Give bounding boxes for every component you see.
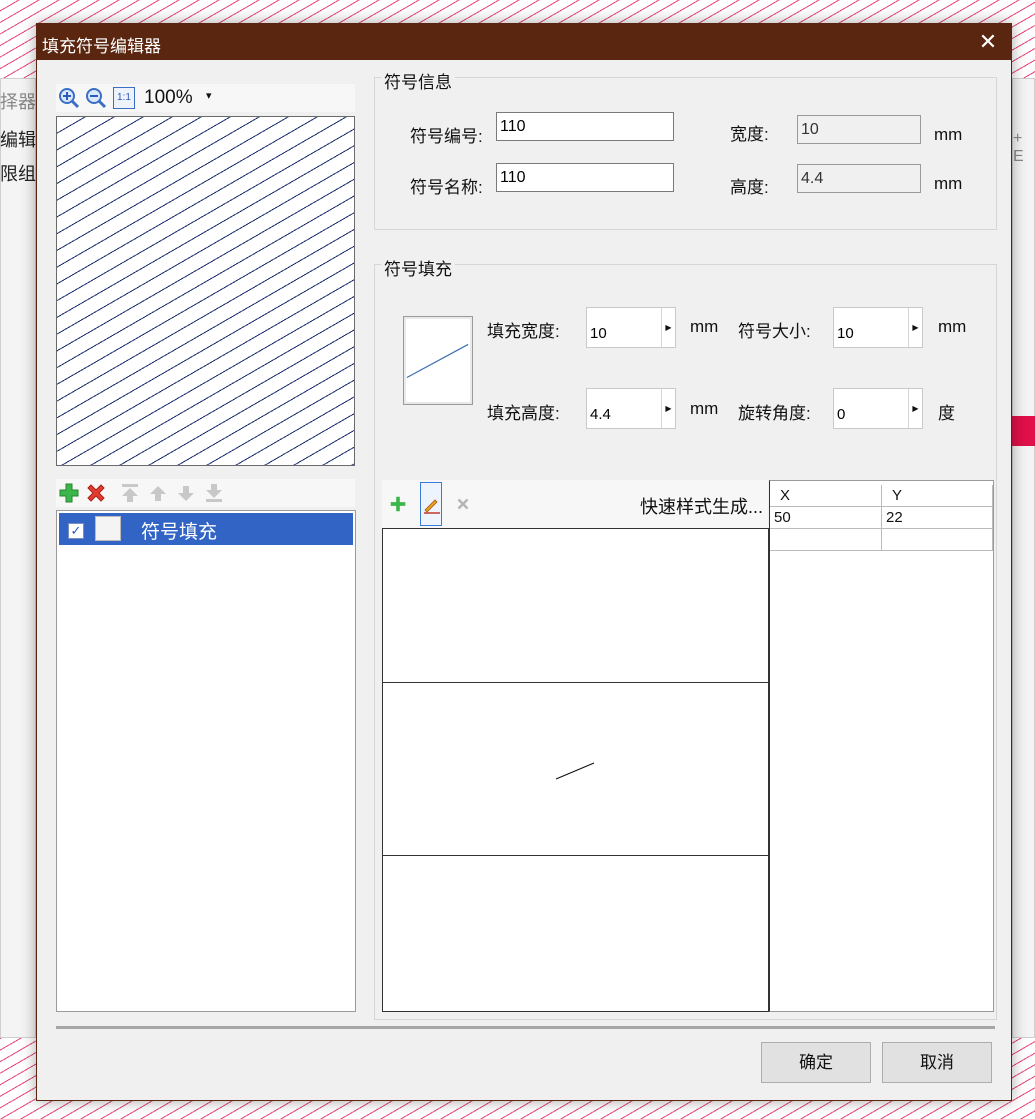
spin-arrow-icon[interactable]: ▶ bbox=[908, 308, 922, 347]
table-cell-y[interactable]: 22 bbox=[882, 507, 993, 529]
layer-label: 符号填充 bbox=[141, 522, 218, 543]
move-bottom-icon[interactable] bbox=[203, 482, 225, 504]
fill-width-spinner[interactable]: ▶ bbox=[586, 307, 676, 348]
symbol-preview bbox=[56, 116, 355, 466]
layer-item[interactable]: ✓ 符号填充 bbox=[59, 513, 353, 545]
add-layer-icon[interactable] bbox=[58, 482, 80, 504]
symbol-name-label: 符号名称: bbox=[410, 178, 483, 197]
rotation-input[interactable] bbox=[834, 389, 910, 428]
zoom-dropdown-arrow-icon[interactable]: ▾ bbox=[206, 89, 212, 102]
canvas-guide-top bbox=[383, 682, 768, 683]
coordinate-table: X Y 50 22 bbox=[769, 480, 994, 1012]
ok-button[interactable]: 确定 bbox=[761, 1042, 871, 1083]
layer-visible-checkbox[interactable]: ✓ bbox=[68, 523, 84, 539]
rotation-unit: 度 bbox=[938, 404, 955, 423]
symbol-code-input[interactable] bbox=[496, 112, 674, 141]
rotation-label: 旋转角度: bbox=[738, 404, 811, 423]
symbol-fill-title: 符号填充 bbox=[381, 255, 455, 280]
background-label-2: 编辑 bbox=[0, 130, 36, 150]
background-accent bbox=[1012, 416, 1035, 446]
background-label-right: + E bbox=[1013, 130, 1024, 165]
width-label: 宽度: bbox=[730, 125, 769, 144]
symbol-size-unit: mm bbox=[938, 317, 967, 336]
zoom-out-icon[interactable] bbox=[85, 87, 107, 109]
edit-toolbar: 快速样式生成... bbox=[382, 480, 768, 528]
background-panel-right bbox=[1012, 78, 1035, 1038]
add-point-icon[interactable] bbox=[388, 494, 408, 514]
spin-arrow-icon[interactable]: ▶ bbox=[661, 389, 675, 428]
fill-width-label: 填充宽度: bbox=[487, 322, 560, 341]
layer-thumbnail bbox=[95, 516, 121, 541]
spin-arrow-icon[interactable]: ▶ bbox=[908, 389, 922, 428]
rotation-spinner[interactable]: ▶ bbox=[833, 388, 923, 429]
column-header-x: X bbox=[770, 485, 882, 507]
symbol-info-group: 符号信息 符号编号: 符号名称: 宽度: mm 高度: mm bbox=[374, 68, 997, 230]
footer-separator bbox=[56, 1026, 995, 1029]
canvas-guide-bottom bbox=[383, 855, 768, 856]
table-cell-y[interactable] bbox=[882, 529, 993, 551]
symbol-name-input[interactable] bbox=[496, 163, 674, 192]
close-button[interactable]: ✕ bbox=[965, 24, 1011, 60]
drawing-canvas[interactable] bbox=[382, 528, 769, 1012]
fill-height-input[interactable] bbox=[587, 389, 663, 428]
delete-point-icon[interactable] bbox=[454, 495, 472, 513]
symbol-info-title: 符号信息 bbox=[381, 68, 455, 93]
column-header-y: Y bbox=[882, 485, 993, 507]
layer-toolbar bbox=[56, 479, 355, 507]
zoom-level: 100% bbox=[144, 87, 193, 108]
spin-arrow-icon[interactable]: ▶ bbox=[661, 308, 675, 347]
height-field bbox=[797, 164, 921, 193]
cancel-button[interactable]: 取消 bbox=[882, 1042, 992, 1083]
pencil-button[interactable] bbox=[420, 482, 442, 526]
symbol-size-spinner[interactable]: ▶ bbox=[833, 307, 923, 348]
fill-height-unit: mm bbox=[690, 399, 719, 418]
height-unit: mm bbox=[934, 174, 963, 193]
dialog-title: 填充符号编辑器 bbox=[42, 37, 161, 56]
title-bar[interactable]: 填充符号编辑器 ✕ bbox=[37, 24, 1011, 60]
symbol-code-label: 符号编号: bbox=[410, 127, 483, 146]
move-top-icon[interactable] bbox=[119, 482, 141, 504]
table-cell-x[interactable]: 50 bbox=[770, 507, 882, 529]
zoom-in-icon[interactable] bbox=[58, 87, 80, 109]
fill-height-spinner[interactable]: ▶ bbox=[586, 388, 676, 429]
height-label: 高度: bbox=[730, 178, 769, 197]
background-label-3: 限组 bbox=[0, 164, 36, 184]
pencil-icon bbox=[424, 499, 440, 514]
move-down-icon[interactable] bbox=[175, 482, 197, 504]
fill-width-unit: mm bbox=[690, 317, 719, 336]
actual-size-icon[interactable]: 1:1 bbox=[113, 87, 135, 109]
background-panel-left bbox=[0, 78, 36, 1038]
width-unit: mm bbox=[934, 125, 963, 144]
symbol-size-input[interactable] bbox=[834, 308, 910, 347]
fill-stroke[interactable] bbox=[555, 761, 597, 783]
quick-style-button[interactable]: 快速样式生成... bbox=[640, 493, 763, 519]
background-label-1: 择器 bbox=[0, 92, 36, 112]
fill-thumbnail bbox=[403, 316, 473, 405]
table-cell-x[interactable] bbox=[770, 529, 882, 551]
width-field bbox=[797, 115, 921, 144]
symbol-size-label: 符号大小: bbox=[738, 322, 811, 341]
layer-list: ✓ 符号填充 bbox=[56, 510, 356, 1012]
delete-layer-icon[interactable] bbox=[85, 482, 107, 504]
preview-toolbar: 1:1 100% ▾ bbox=[56, 84, 355, 112]
fill-width-input[interactable] bbox=[587, 308, 663, 347]
fill-height-label: 填充高度: bbox=[487, 404, 560, 423]
move-up-icon[interactable] bbox=[147, 482, 169, 504]
fill-symbol-editor-dialog: 填充符号编辑器 ✕ 1:1 100% ▾ ✓ 符号填充 符号信息 符号编号: 1… bbox=[36, 23, 1012, 1101]
